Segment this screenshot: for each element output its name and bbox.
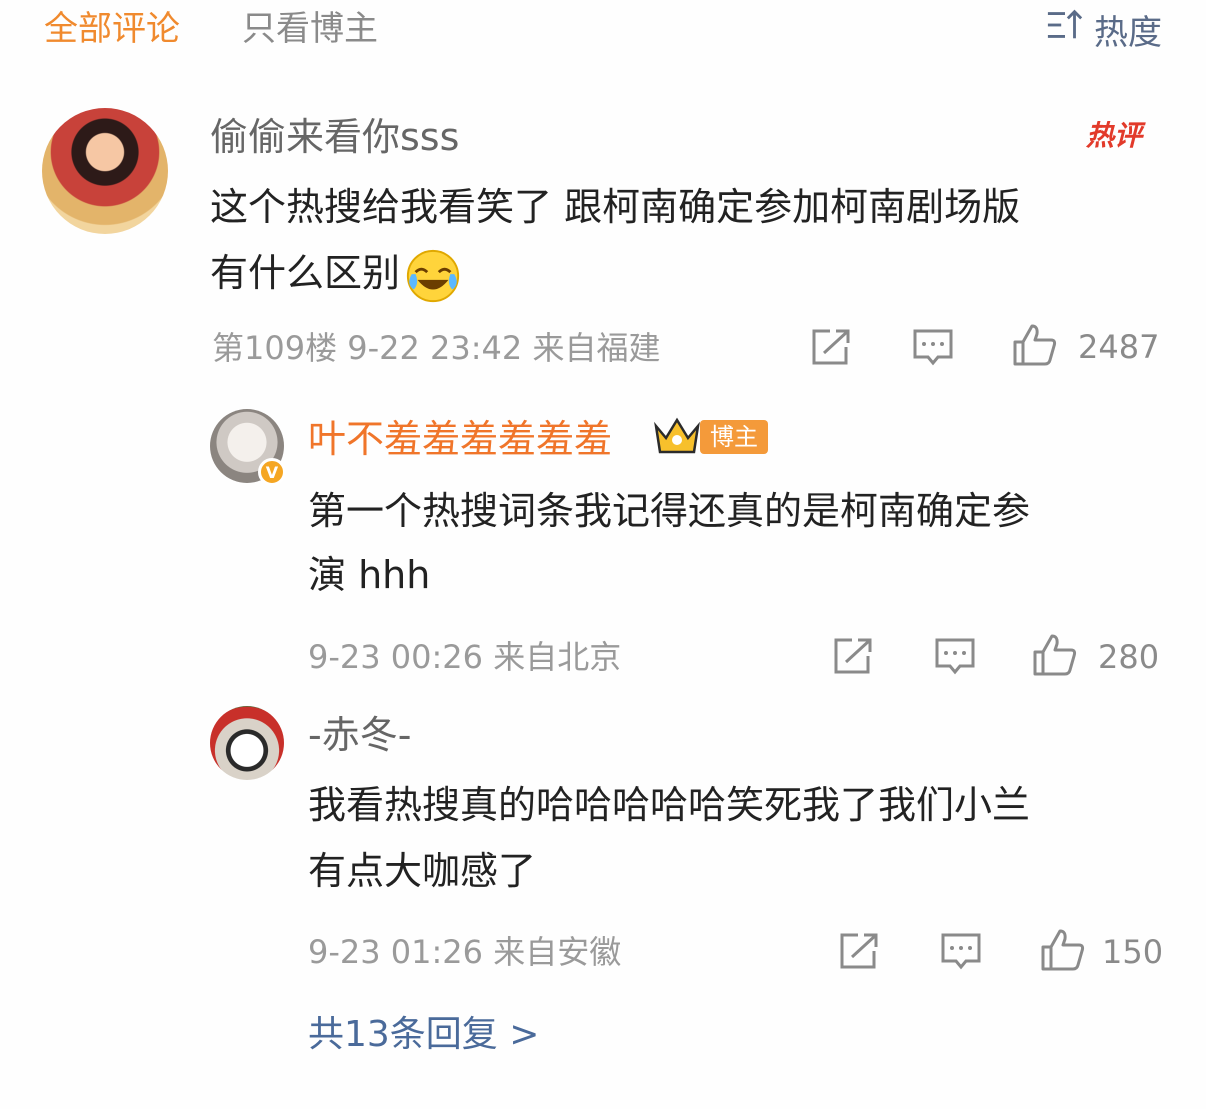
sort-icon [1046,6,1084,53]
like-count: 150 [1102,933,1164,971]
like-icon[interactable] [1040,927,1086,973]
reply-meta: 9-23 00:26 来自北京 [308,638,622,676]
sort-label: 热度 [1094,12,1162,53]
comment-icon[interactable] [940,931,982,971]
more-replies-link[interactable]: 共13条回复 > [308,1012,539,1058]
hot-comment-badge: 热评 [1086,119,1143,152]
reply-text-line2: 有点大咖感了 [308,849,537,893]
reply-username[interactable]: 叶不羞羞羞羞羞羞 [308,416,612,462]
crown-icon [652,414,702,458]
reply-text-line1: 我看热搜真的哈哈哈哈哈笑死我了我们小兰 [308,783,1031,827]
like-icon[interactable] [1012,322,1058,368]
comment-icon[interactable] [912,327,954,367]
comment-text-line2: 有什么区别 [210,240,462,306]
laughing-tears-emoji-icon [406,249,460,302]
avatar[interactable] [42,108,168,234]
comment-text-line1: 这个热搜给我看笑了 跟柯南确定参加柯南剧场版 [210,185,1021,229]
like-count: 2487 [1078,328,1160,366]
reply-meta: 9-23 01:26 来自安徽 [308,933,622,971]
reply-username[interactable]: -赤冬- [308,712,411,758]
sort-button[interactable]: 热度 [1046,6,1162,53]
repost-icon[interactable] [810,327,852,367]
tab-all-comments[interactable]: 全部评论 [44,8,180,50]
reply-text-line1: 第一个热搜词条我记得还真的是柯南确定参 [308,489,1031,533]
comment-meta: 第109楼 9-22 23:42 来自福建 [212,329,661,367]
comment-icon[interactable] [934,636,976,676]
avatar[interactable] [210,706,284,780]
repost-icon[interactable] [838,931,880,971]
reply-text-line2: 演 hhh [308,553,431,597]
author-badge: 博主 [700,420,768,454]
verified-badge-icon: V [258,458,286,486]
like-count: 280 [1098,638,1160,676]
comment-username[interactable]: 偷偷来看你sss [210,114,459,160]
like-icon[interactable] [1032,632,1078,678]
repost-icon[interactable] [832,636,874,676]
tab-host-only[interactable]: 只看博主 [242,8,378,50]
